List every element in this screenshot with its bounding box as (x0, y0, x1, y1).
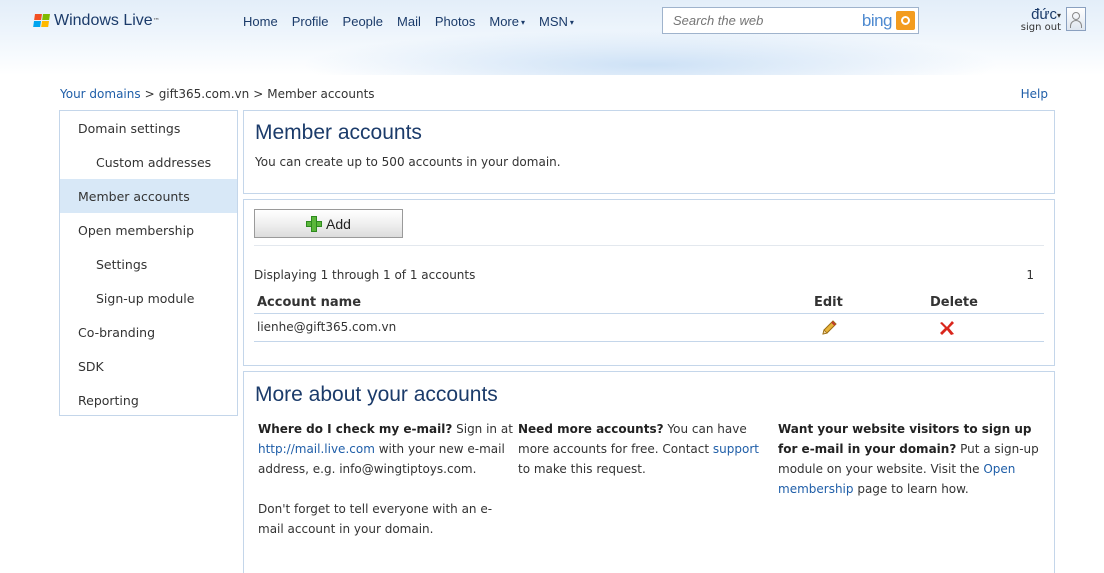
nav-mail[interactable]: Mail (397, 14, 421, 29)
breadcrumb-your-domains[interactable]: Your domains (60, 87, 141, 101)
page-description: You can create up to 500 accounts in you… (255, 155, 561, 169)
nav-profile[interactable]: Profile (292, 14, 329, 29)
avatar[interactable] (1066, 7, 1086, 31)
info-column-signup: Want your website visitors to sign up fo… (778, 422, 1039, 496)
chevron-down-icon: ▾ (569, 18, 574, 28)
info-question: Where do I check my e-mail? (258, 422, 453, 436)
header-bar: Windows Live ™ Home Profile People Mail P… (0, 0, 1104, 75)
page-title: Member accounts (255, 121, 422, 144)
user-name[interactable]: đức (1031, 6, 1057, 23)
account-name-cell: lienhe@gift365.com.vn (257, 320, 397, 334)
search-icon (901, 16, 910, 25)
windows-live-logo[interactable]: Windows Live ™ (33, 12, 160, 30)
add-button-label: Add (326, 215, 351, 232)
plus-icon (306, 215, 323, 232)
table-row: lienhe@gift365.com.vn (254, 316, 1044, 342)
nav-msn[interactable]: MSN ▾ (539, 14, 574, 29)
more-info-panel: More about your accounts Where do I chec… (243, 371, 1055, 573)
search-button[interactable] (896, 11, 915, 30)
sidebar: Domain settings Custom addresses Member … (59, 110, 238, 416)
column-delete: Delete (930, 295, 978, 310)
help-link[interactable]: Help (1021, 87, 1048, 101)
sidebar-item-custom-addresses[interactable]: Custom addresses (60, 145, 237, 179)
accounts-panel: Add Displaying 1 through 1 of 1 accounts… (243, 199, 1055, 366)
breadcrumb-separator: > (253, 87, 264, 101)
delete-icon[interactable] (939, 320, 955, 336)
page-number[interactable]: 1 (1026, 268, 1034, 282)
summary-panel: Member accounts You can create up to 500… (243, 110, 1055, 194)
sidebar-item-sign-up-module[interactable]: Sign-up module (60, 281, 237, 315)
column-account-name: Account name (257, 295, 362, 310)
nav-people[interactable]: People (343, 14, 383, 29)
info-column-check-email: Where do I check my e-mail? Sign in at h… (258, 422, 513, 536)
sidebar-item-co-branding[interactable]: Co-branding (60, 315, 237, 349)
chevron-down-icon[interactable]: ▾ (1057, 11, 1061, 20)
add-account-button[interactable]: Add (254, 209, 403, 238)
sidebar-item-reporting[interactable]: Reporting (60, 383, 237, 417)
web-search-box: bing (662, 7, 919, 34)
more-info-title: More about your accounts (255, 383, 498, 406)
windows-flag-icon (33, 14, 51, 28)
sidebar-item-member-accounts[interactable]: Member accounts (60, 179, 237, 213)
brand-name: Windows Live (54, 12, 153, 29)
top-navigation: Home Profile People Mail Photos More ▾ MS… (243, 14, 588, 29)
edit-pencil-icon[interactable] (820, 319, 838, 337)
search-input[interactable] (663, 13, 833, 28)
mail-live-link[interactable]: http://mail.live.com (258, 442, 375, 456)
support-link[interactable]: support (713, 442, 759, 456)
accounts-count: Displaying 1 through 1 of 1 accounts (254, 268, 476, 282)
table-header: Account name Edit Delete (254, 294, 1044, 314)
user-menu: đức▾ sign out (1003, 6, 1061, 33)
sign-out-link[interactable]: sign out (1003, 22, 1061, 33)
nav-more[interactable]: More ▾ (489, 14, 525, 29)
breadcrumb-current: Member accounts (267, 87, 375, 101)
breadcrumb-separator: > (144, 87, 155, 101)
column-edit: Edit (814, 295, 843, 310)
user-icon (1072, 12, 1080, 20)
chevron-down-icon: ▾ (520, 18, 525, 28)
nav-photos[interactable]: Photos (435, 14, 475, 29)
sidebar-item-settings[interactable]: Settings (60, 247, 237, 281)
breadcrumb-domain: gift365.com.vn (158, 87, 250, 101)
sidebar-item-open-membership[interactable]: Open membership (60, 213, 237, 247)
brand-tm: ™ (152, 17, 160, 25)
info-question: Need more accounts? (518, 422, 664, 436)
header-decoration (300, 30, 1000, 75)
nav-home[interactable]: Home (243, 14, 278, 29)
info-column-more-accounts: Need more accounts? You can have more ac… (518, 422, 759, 476)
bing-logo: bing (861, 11, 893, 30)
breadcrumb: Your domains > gift365.com.vn > Member accou… (60, 87, 375, 101)
sidebar-item-domain-settings[interactable]: Domain settings (60, 111, 237, 145)
divider (254, 245, 1044, 246)
sidebar-item-sdk[interactable]: SDK (60, 349, 237, 383)
